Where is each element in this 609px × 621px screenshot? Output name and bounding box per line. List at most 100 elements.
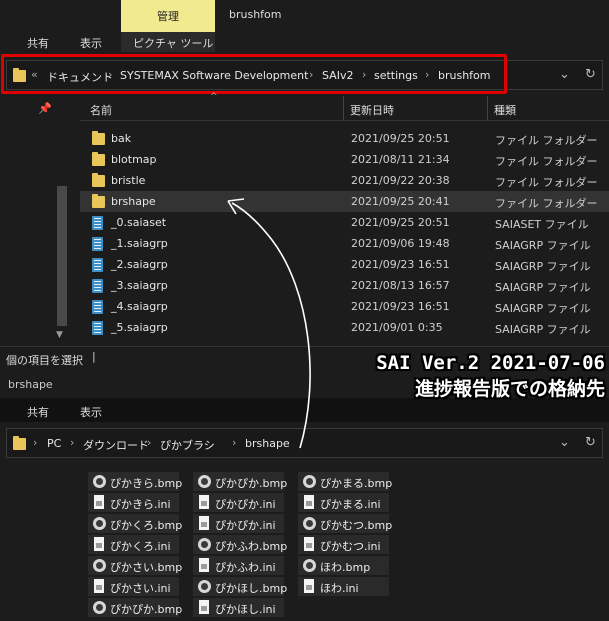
pin-icon[interactable]: 📌 (38, 102, 52, 115)
window-title: brushfom (229, 8, 282, 21)
settings-file-icon (199, 558, 209, 572)
image-file-icon (93, 559, 106, 572)
file-tile[interactable]: ぴかむつ.bmp (298, 514, 392, 533)
list-item[interactable]: _1.saiagrp 2021/09/06 19:48 SAIAGRP ファイル (80, 233, 609, 254)
file-tile[interactable]: ぴかふわ.ini (193, 556, 284, 575)
image-file-icon (93, 475, 106, 488)
file-tile[interactable]: ぴかぴか.ini (193, 514, 284, 533)
file-tile[interactable]: ぴかぴか.ini (193, 493, 284, 512)
image-file-icon (303, 475, 316, 488)
list-item[interactable]: _0.saiaset 2021/09/25 20:51 SAIASET ファイル (80, 212, 609, 233)
tile-name: ほわ.bmp (320, 561, 371, 574)
tile-name: ぴかまる.bmp (320, 477, 393, 490)
folder-icon (92, 131, 105, 145)
tab-share[interactable]: 共有 (27, 35, 49, 51)
file-icon (92, 279, 103, 293)
item-date: 2021/09/06 19:48 (351, 237, 450, 250)
file-tile[interactable]: ぴかまる.bmp (298, 472, 393, 491)
address-bar-2[interactable]: › PC › ダウンロード › ぴかブラシ › brshape ⌄ ↻ (6, 428, 603, 458)
list-item[interactable]: bak 2021/09/25 20:51 ファイル フォルダー (80, 128, 609, 149)
context-tab-label[interactable]: 管理 (121, 8, 215, 24)
chevron-right-icon[interactable]: › (147, 436, 151, 449)
file-tile[interactable]: ほわ.ini (298, 577, 389, 596)
image-file-icon (198, 538, 211, 551)
annotation-line-1: SAI Ver.2 2021-07-06 (376, 352, 605, 374)
item-name: bristle (111, 174, 146, 187)
tab-view-2[interactable]: 表示 (80, 404, 102, 420)
scroll-down-icon[interactable]: ▼ (56, 330, 63, 340)
item-name: _5.saiagrp (111, 321, 168, 334)
item-date: 2021/09/25 20:51 (351, 216, 450, 229)
settings-file-icon (94, 579, 104, 593)
column-type[interactable]: 種類 (494, 102, 516, 118)
item-name: blotmap (111, 153, 157, 166)
file-tile[interactable]: ぴかさい.ini (88, 577, 179, 596)
tile-name: ぴかきら.bmp (110, 477, 183, 490)
list-item[interactable]: bristle 2021/09/22 20:38 ファイル フォルダー (80, 170, 609, 191)
item-type: SAIAGRP ファイル (495, 281, 591, 294)
item-date: 2021/09/01 0:35 (351, 321, 443, 334)
tab-share-2[interactable]: 共有 (27, 404, 49, 420)
file-tile[interactable]: ぴかふわ.bmp (193, 535, 287, 554)
file-tile[interactable]: ほわ.bmp (298, 556, 389, 575)
column-date[interactable]: 更新日時 (350, 102, 394, 118)
selection-count: 個の項目を選択 (6, 354, 83, 367)
file-tile[interactable]: ぴかさい.bmp (88, 556, 183, 575)
chevron-down-icon[interactable]: ⌄ (559, 435, 570, 450)
list-item[interactable]: brshape 2021/09/25 20:41 ファイル フォルダー (80, 191, 609, 212)
item-date: 2021/09/23 16:51 (351, 258, 450, 271)
annotation-text: SAI Ver.2 2021-07-06 進捗報告版での格納先 (333, 350, 605, 402)
tile-name: ぴかさい.bmp (110, 561, 183, 574)
breadcrumb-pc[interactable]: PC (47, 437, 61, 450)
file-tile[interactable]: ぴかきら.bmp (88, 472, 183, 491)
file-icon (92, 300, 103, 314)
tab-view[interactable]: 表示 (80, 35, 102, 51)
breadcrumb-pika-brush[interactable]: ぴかブラシ (160, 437, 215, 453)
file-tile[interactable]: ぴかほし.bmp (193, 577, 287, 596)
file-tile[interactable]: ぴかほし.ini (193, 598, 284, 617)
list-item[interactable]: blotmap 2021/08/11 21:34 ファイル フォルダー (80, 149, 609, 170)
file-tile[interactable]: ぴかむつ.ini (298, 535, 389, 554)
nav-scrollbar[interactable] (57, 186, 67, 326)
highlight-box (1, 54, 507, 94)
file-tile[interactable]: ぴかくろ.bmp (88, 514, 182, 533)
column-name[interactable]: 名前 (90, 102, 112, 118)
item-date: 2021/09/25 20:41 (351, 195, 450, 208)
image-file-icon (303, 517, 316, 530)
item-date: 2021/09/23 16:51 (351, 300, 450, 313)
breadcrumb-downloads[interactable]: ダウンロード (83, 437, 149, 453)
file-tile[interactable]: ぴかきら.ini (88, 493, 179, 512)
refresh-icon[interactable]: ↻ (585, 435, 596, 450)
settings-file-icon (199, 600, 209, 614)
item-type: SAIASET ファイル (495, 218, 589, 231)
column-divider[interactable] (343, 96, 344, 120)
column-header-row: 名前 更新日時 種類 ^ (80, 92, 609, 121)
folder-icon (13, 436, 26, 450)
file-tile[interactable]: ぴかぴか.bmp (88, 598, 182, 617)
chevron-right-icon[interactable]: › (33, 436, 37, 449)
image-file-icon (93, 517, 106, 530)
file-tile[interactable]: ぴかまる.ini (298, 493, 389, 512)
item-name: _1.saiagrp (111, 237, 168, 250)
file-tile[interactable]: ぴかくろ.ini (88, 535, 179, 554)
column-divider[interactable] (487, 96, 488, 120)
item-type: ファイル フォルダー (495, 176, 598, 189)
file-icon (92, 216, 103, 230)
chevron-right-icon[interactable]: › (232, 436, 236, 449)
list-item[interactable]: _5.saiagrp 2021/09/01 0:35 SAIAGRP ファイル (80, 317, 609, 338)
chevron-right-icon[interactable]: › (70, 436, 74, 449)
second-window-title: brshape (8, 378, 53, 391)
refresh-icon[interactable]: ↻ (585, 67, 596, 82)
tab-picture-tools[interactable]: ピクチャ ツール (133, 35, 213, 51)
list-item[interactable]: _3.saiagrp 2021/08/13 16:57 SAIAGRP ファイル (80, 275, 609, 296)
tile-name: ぴかぴか.bmp (215, 477, 288, 490)
list-item[interactable]: _4.saiagrp 2021/09/23 16:51 SAIAGRP ファイル (80, 296, 609, 317)
list-item[interactable]: _2.saiagrp 2021/09/23 16:51 SAIAGRP ファイル (80, 254, 609, 275)
folder-icon (92, 194, 105, 208)
image-file-icon (93, 601, 106, 614)
tile-name: ぴかほし.ini (215, 603, 276, 616)
file-tile[interactable]: ぴかぴか.bmp (193, 472, 288, 491)
file-icon (92, 258, 103, 272)
chevron-down-icon[interactable]: ⌄ (559, 67, 570, 82)
breadcrumb-brshape[interactable]: brshape (245, 437, 290, 450)
